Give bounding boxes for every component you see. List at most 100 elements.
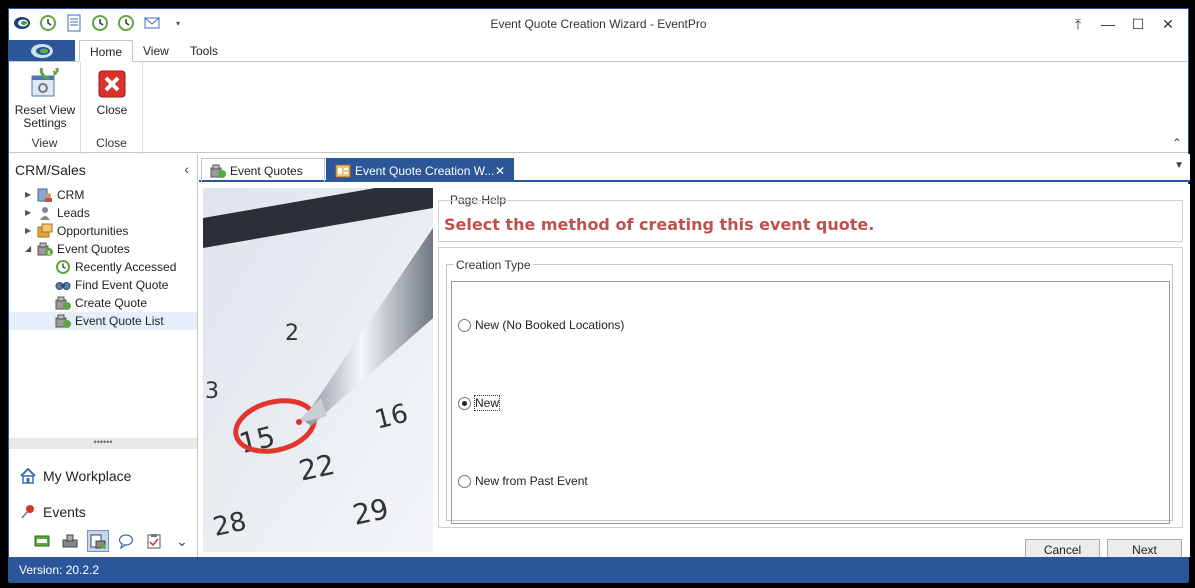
navigation-sidebar: CRM/Sales ‹ ▶ CRM ▶ Leads ▶ Opportunitie…: [9, 154, 198, 557]
doc-tab-event-quote-creation-wizard[interactable]: Event Quote Creation W... ✕: [326, 158, 514, 182]
doc-tab-label: Event Quote Creation W...: [355, 164, 495, 178]
window-title: Event Quote Creation Wizard - EventPro: [490, 17, 707, 31]
reset-view-settings-label: Reset View Settings: [14, 103, 76, 130]
window-controls: ⤒ — ☐ ✕: [1066, 13, 1180, 35]
radio-label: New: [473, 395, 501, 411]
inventory-module-icon[interactable]: [59, 530, 81, 552]
radio-button[interactable]: [458, 318, 471, 332]
ribbon-tab-view[interactable]: View: [133, 40, 179, 62]
tree-node-label: Recently Accessed: [75, 260, 177, 274]
navigation-tree: ▶ CRM ▶ Leads ▶ Opportunities ◢ $ Event …: [9, 186, 197, 330]
option-new-no-booked-locations[interactable]: New (No Booked Locations): [458, 318, 624, 332]
tree-node-label: Create Quote: [75, 296, 148, 310]
event-quote-icon: $: [37, 241, 53, 257]
sidebar-title: CRM/Sales: [15, 162, 86, 178]
tree-node-find-event-quote[interactable]: Find Event Quote: [9, 276, 197, 294]
collapse-arrow-icon[interactable]: ◢: [25, 240, 35, 258]
creation-type-options: New (No Booked Locations) New New from P…: [451, 281, 1170, 524]
title-bar: ▾ Event Quote Creation Wizard - EventPro…: [9, 9, 1188, 39]
tree-node-opportunities[interactable]: ▶ Opportunities: [9, 222, 197, 240]
creation-type-label: Creation Type: [454, 258, 533, 272]
ribbon-group-label-view: View: [31, 136, 58, 150]
binoculars-icon: [55, 277, 71, 293]
tree-node-event-quote-list[interactable]: Event Quote List: [9, 312, 197, 330]
crm-icon: [37, 187, 53, 203]
ribbon-group-view: Reset View Settings View: [9, 60, 81, 154]
ribbon-tab-home[interactable]: Home: [79, 40, 134, 62]
calendar-number: 3: [205, 379, 219, 404]
create-quote-icon: [55, 295, 71, 311]
more-modules-chevron-icon[interactable]: ⌄: [171, 530, 193, 552]
module-icon-strip: ⌄: [31, 530, 193, 552]
chat-bubble-icon[interactable]: [115, 530, 137, 552]
tree-node-create-quote[interactable]: Create Quote: [9, 294, 197, 312]
maximize-icon[interactable]: ☐: [1126, 13, 1150, 35]
expand-arrow-icon[interactable]: ▶: [25, 204, 35, 222]
restore-up-icon[interactable]: ⤒: [1066, 13, 1090, 35]
application-menu-button[interactable]: [9, 40, 75, 62]
ribbon: Reset View Settings View Close Close ⌃: [9, 60, 1188, 154]
tree-node-label: Leads: [57, 206, 90, 220]
event-quote-list-icon: [55, 313, 71, 329]
nav-label: Events: [43, 504, 86, 520]
wizard-form-icon: [335, 163, 351, 179]
page-help-box: Select the method of creating this event…: [438, 200, 1183, 242]
radio-label: New (No Booked Locations): [475, 318, 625, 332]
sales-module-icon[interactable]: [31, 530, 53, 552]
tree-node-label: Opportunities: [57, 224, 129, 238]
ribbon-tab-tools[interactable]: Tools: [180, 40, 228, 62]
option-new-from-past-event[interactable]: New from Past Event: [458, 474, 588, 488]
app-window: ▾ Event Quote Creation Wizard - EventPro…: [8, 8, 1190, 583]
recently-accessed-clock-icon: [55, 259, 71, 275]
nav-label: My Workplace: [43, 468, 132, 484]
ribbon-tabs: Home View Tools: [9, 40, 1188, 62]
tree-node-event-quotes[interactable]: ◢ $ Event Quotes: [9, 240, 197, 258]
ribbon-group-close: Close Close: [81, 62, 143, 154]
radio-button[interactable]: [458, 474, 471, 488]
creation-type-group: New (No Booked Locations) New New from P…: [446, 264, 1173, 524]
event-quote-icon: [210, 163, 226, 179]
app-logo-icon: [31, 44, 53, 58]
tree-node-recently-accessed[interactable]: Recently Accessed: [9, 258, 197, 276]
reset-view-settings-button[interactable]: Reset View Settings: [13, 60, 77, 130]
doc-tab-label: Event Quotes: [230, 164, 303, 178]
nav-my-workplace[interactable]: My Workplace: [19, 464, 131, 488]
collapse-ribbon-icon[interactable]: ⌃: [1172, 136, 1182, 150]
clipboard-icon[interactable]: [143, 530, 165, 552]
wizard-content: 2 3 15 16 22 28 29 Page Help Select the …: [199, 184, 1190, 561]
radio-label: New from Past Event: [475, 474, 588, 488]
home-icon: [19, 467, 37, 485]
svg-text:$: $: [47, 250, 51, 257]
close-tab-icon[interactable]: ✕: [495, 159, 505, 183]
minimize-icon[interactable]: —: [1096, 13, 1120, 35]
status-bar: Version: 20.2.2: [9, 557, 1188, 583]
tree-node-crm[interactable]: ▶ CRM: [9, 186, 197, 204]
close-button[interactable]: Close: [89, 68, 135, 117]
tree-node-label: Event Quotes: [57, 242, 130, 256]
version-text: Version: 20.2.2: [19, 563, 100, 577]
radio-button[interactable]: [458, 396, 471, 410]
tree-node-label: Event Quote List: [75, 314, 164, 328]
crm-sales-module-icon[interactable]: [87, 530, 109, 552]
nav-events[interactable]: Events: [19, 500, 86, 524]
wizard-panel: New (No Booked Locations) New New from P…: [438, 247, 1183, 528]
collapse-sidebar-icon[interactable]: ‹: [184, 161, 189, 177]
close-window-icon[interactable]: ✕: [1156, 13, 1180, 35]
document-tabs: Event Quotes Event Quote Creation W... ✕…: [199, 154, 1190, 182]
close-red-x-icon: [96, 68, 128, 100]
opportunities-icon: [37, 223, 53, 239]
tree-node-label: Find Event Quote: [75, 278, 169, 292]
close-button-label: Close: [96, 103, 128, 117]
expand-arrow-icon[interactable]: ▶: [25, 222, 35, 240]
doc-tab-event-quotes[interactable]: Event Quotes: [201, 158, 325, 182]
tree-node-label: CRM: [57, 188, 85, 202]
tree-node-leads[interactable]: ▶ Leads: [9, 204, 197, 222]
option-new[interactable]: New: [458, 395, 501, 411]
pushpin-icon: [19, 503, 37, 521]
reset-view-icon: [29, 60, 61, 100]
calendar-pen-photo: 2 3 15 16 22 28 29: [203, 188, 433, 552]
calendar-number: 2: [285, 321, 299, 346]
sidebar-splitter[interactable]: ••••••: [9, 438, 197, 449]
expand-arrow-icon[interactable]: ▶: [25, 186, 35, 204]
tabs-dropdown-icon[interactable]: ▼: [1174, 160, 1184, 171]
